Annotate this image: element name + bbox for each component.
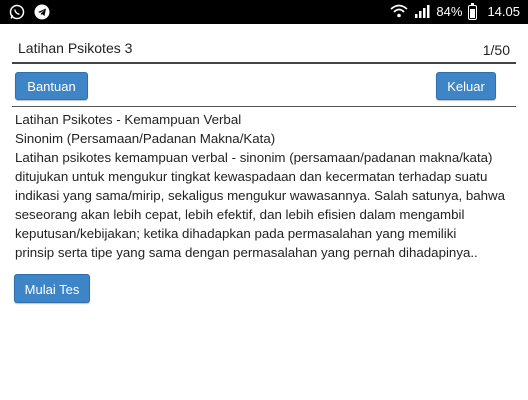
start-test-button[interactable]: Mulai Tes	[14, 274, 90, 303]
status-bar: 84% 14.05	[0, 0, 528, 24]
description-line: indikasi yang sama/mirip, sekaligus meng…	[15, 188, 506, 203]
description-line: prinsip serta tipe yang sama dengan perm…	[15, 245, 478, 260]
quiz-header: Latihan Psikotes 3 1/50	[12, 34, 516, 64]
clock: 14.05	[487, 4, 520, 19]
page-title: Latihan Psikotes 3	[18, 40, 133, 56]
description-line: keputusan/kebijakan; ketika dihadapkan p…	[15, 226, 457, 241]
whatsapp-icon	[8, 3, 25, 20]
wifi-icon	[390, 4, 409, 21]
content-subheading: Sinonim (Persamaan/Padanan Makna/Kata)	[15, 131, 276, 146]
content-heading: Latihan Psikotes - Kemampuan Verbal	[15, 112, 242, 127]
signal-icon	[414, 4, 430, 21]
test-description: Latihan Psikotes - Kemampuan Verbal Sino…	[15, 110, 515, 262]
description-line: ditujukan untuk mengukur tingkat kewaspa…	[15, 169, 488, 184]
divider	[12, 106, 516, 107]
exit-button[interactable]: Keluar	[436, 72, 496, 100]
description-line: Latihan psikotes kemampuan verbal - sino…	[15, 150, 493, 165]
description-line: seseorang akan lebih cepat, lebih efekti…	[15, 207, 465, 222]
help-button[interactable]: Bantuan	[15, 72, 88, 100]
battery-icon	[468, 2, 478, 20]
question-counter: 1/50	[482, 42, 510, 58]
battery-percent: 84%	[436, 4, 463, 19]
telegram-icon	[33, 3, 50, 20]
